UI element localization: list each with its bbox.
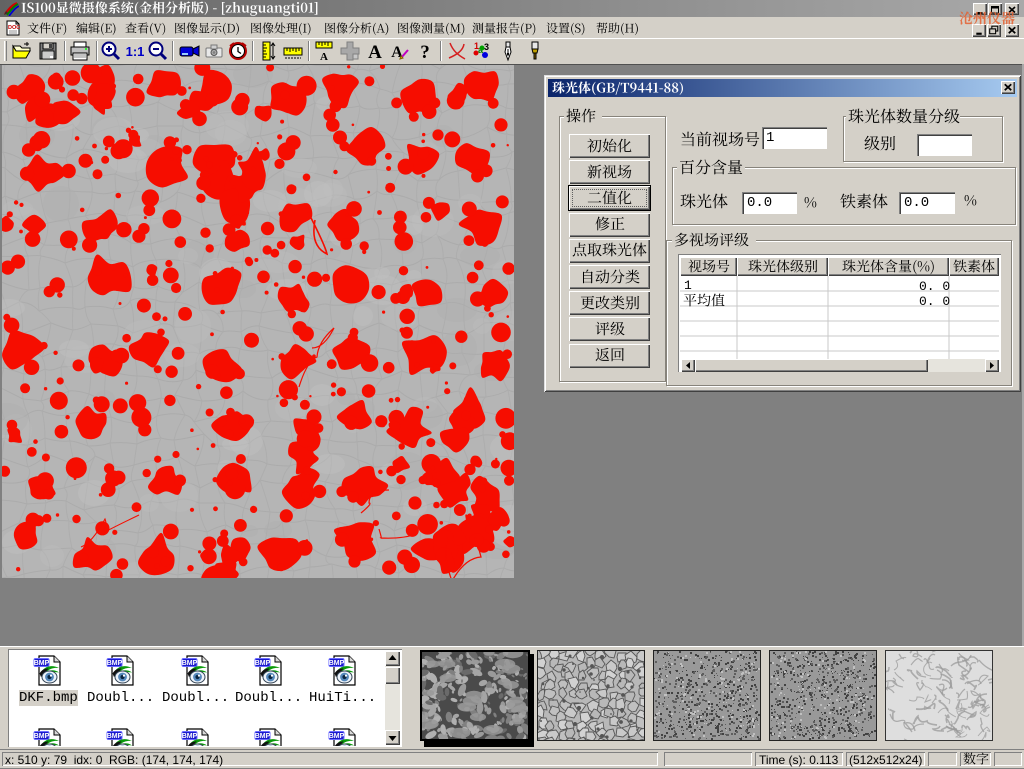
- svg-text:BMP: BMP: [255, 660, 271, 667]
- svg-text:1:1: 1:1: [126, 44, 145, 59]
- svg-text:BMP: BMP: [329, 660, 345, 667]
- svg-text:BMP: BMP: [182, 660, 198, 667]
- svg-text:BMP: BMP: [107, 660, 123, 667]
- svg-text:A: A: [320, 51, 328, 62]
- svg-text:BMP: BMP: [182, 733, 198, 740]
- svg-text:DOC: DOC: [8, 25, 20, 31]
- svg-text:BMP: BMP: [107, 733, 123, 740]
- svg-text:BMP: BMP: [34, 733, 50, 740]
- svg-text:BMP: BMP: [34, 660, 50, 667]
- svg-text:BMP: BMP: [255, 733, 271, 740]
- svg-text:BMP: BMP: [329, 733, 345, 740]
- svg-text:A: A: [368, 42, 382, 62]
- svg-text:3: 3: [484, 42, 489, 52]
- svg-text:?: ?: [420, 42, 430, 62]
